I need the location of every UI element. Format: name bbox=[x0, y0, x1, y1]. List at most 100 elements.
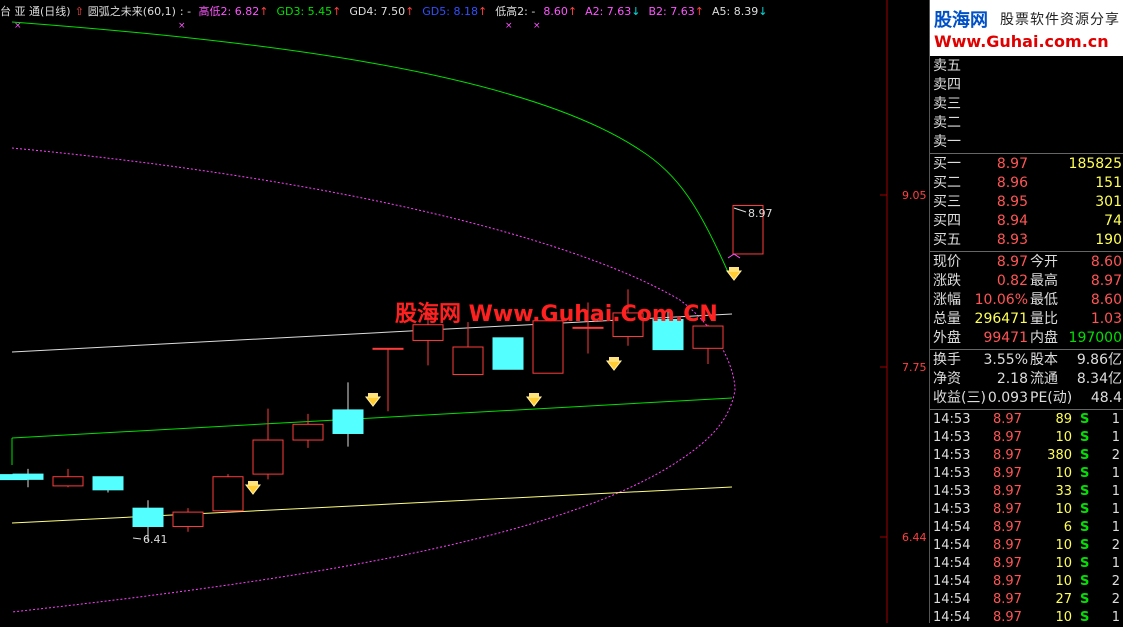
divider bbox=[930, 251, 1123, 252]
axis-label-mid: 7.75 bbox=[902, 361, 927, 374]
tick-row: 14:53 8.97 10 S 1 bbox=[930, 501, 1123, 519]
indicator-value-2: GD4: 7.50 bbox=[349, 5, 406, 18]
buy-volume: 185825 bbox=[1068, 156, 1122, 172]
stat-label: 量比 bbox=[1030, 311, 1058, 327]
logo-cn: 股海网 bbox=[934, 10, 988, 31]
gem-signal-icon bbox=[244, 484, 262, 495]
tick-row: 14:53 8.97 10 S 1 bbox=[930, 465, 1123, 483]
tick-row: 14:53 8.97 380 S 2 bbox=[930, 447, 1123, 465]
tick-price: 8.97 bbox=[993, 592, 1022, 607]
channel-lower-line bbox=[11, 486, 733, 524]
gem-signal-icon bbox=[725, 270, 743, 281]
buy-volume: 151 bbox=[1095, 175, 1122, 191]
kline-chart[interactable]: × × × × 台 亚 通(日线) ⇧ 圆弧之未来(60,1): - 高低2: 6.82↑… bbox=[0, 0, 928, 623]
gem-signal-icon bbox=[605, 360, 623, 371]
header-sep: : - bbox=[179, 5, 192, 18]
tick-price: 8.97 bbox=[993, 520, 1022, 535]
arc-dotted-line bbox=[11, 147, 736, 613]
buy-volume: 190 bbox=[1095, 232, 1122, 248]
tick-time: 14:53 bbox=[933, 412, 971, 427]
candle-body bbox=[532, 320, 564, 374]
up-arrow-icon: ↑ bbox=[405, 5, 415, 18]
tick-count: 2 bbox=[1111, 448, 1120, 463]
sell-label: 卖五 bbox=[933, 58, 961, 74]
candle-body bbox=[252, 439, 284, 475]
tick-count: 2 bbox=[1111, 574, 1120, 589]
tick-side: S bbox=[1080, 502, 1090, 517]
stat-label: 流通 bbox=[1030, 371, 1058, 387]
stat-label: 股本 bbox=[1030, 352, 1058, 368]
candle-body bbox=[52, 476, 84, 487]
tick-side: S bbox=[1080, 484, 1090, 499]
up-arrow-icon: ↑ bbox=[259, 5, 269, 18]
hat-marker bbox=[727, 253, 741, 259]
sell-row: 卖五 bbox=[930, 57, 1123, 76]
tick-side: S bbox=[1080, 610, 1090, 625]
tick-count: 2 bbox=[1111, 538, 1120, 553]
tick-time: 14:54 bbox=[933, 556, 971, 571]
stat-label: 涨跌 bbox=[933, 273, 961, 289]
sell-label: 卖三 bbox=[933, 96, 961, 112]
tick-row: 14:54 8.97 10 S 1 bbox=[930, 555, 1123, 573]
indicator-value-7: B2: 7.63 bbox=[648, 5, 695, 18]
stat-value: 9.86亿 bbox=[1076, 352, 1122, 368]
stat-value: 8.34亿 bbox=[1076, 371, 1122, 387]
tick-side: S bbox=[1080, 556, 1090, 571]
indicator-name[interactable]: 圆弧之未来(60,1) bbox=[88, 5, 176, 18]
stat-value: 8.60 bbox=[1090, 292, 1122, 308]
down-arrow-icon: ↓ bbox=[758, 5, 768, 18]
logo-slogan: 股票软件资源分享 bbox=[1000, 12, 1120, 28]
tick-volume: 33 bbox=[1055, 484, 1072, 499]
stat-label: 总量 bbox=[933, 311, 961, 327]
buy-label: 买二 bbox=[933, 175, 961, 191]
tick-count: 1 bbox=[1111, 520, 1120, 535]
sell-row: 卖二 bbox=[930, 114, 1123, 133]
gem-signal-icon bbox=[364, 396, 382, 407]
tick-count: 1 bbox=[1111, 502, 1120, 517]
tick-row: 14:54 8.97 6 S 1 bbox=[930, 519, 1123, 537]
tick-count: 2 bbox=[1111, 592, 1120, 607]
arc-top-line bbox=[11, 21, 729, 273]
stat-row: 涨幅 10.06% 最低 8.60 bbox=[930, 291, 1123, 310]
stat-label: 现价 bbox=[933, 254, 961, 270]
marker-x: × bbox=[505, 21, 513, 31]
marker-x: × bbox=[178, 21, 186, 31]
indicator-value-5: 8.60 bbox=[543, 5, 568, 18]
tick-time: 14:54 bbox=[933, 610, 971, 625]
tick-count: 1 bbox=[1111, 556, 1120, 571]
up-arrow-icon: ↑ bbox=[694, 5, 704, 18]
stock-title[interactable]: 台 亚 通(日线) bbox=[0, 5, 71, 18]
stat-value: 0.82 bbox=[996, 273, 1028, 289]
tick-row: 14:53 8.97 10 S 1 bbox=[930, 429, 1123, 447]
stat-label: 净资 bbox=[933, 371, 961, 387]
tick-count: 1 bbox=[1111, 484, 1120, 499]
tick-volume: 10 bbox=[1055, 538, 1072, 553]
stat-label: 最低 bbox=[1030, 292, 1058, 308]
tick-row: 14:54 8.97 10 S 2 bbox=[930, 573, 1123, 591]
divider bbox=[930, 349, 1123, 350]
stat-row: 现价 8.97 今开 8.60 bbox=[930, 253, 1123, 272]
tick-side: S bbox=[1080, 538, 1090, 553]
tick-volume: 6 bbox=[1063, 520, 1072, 535]
buy-price: 8.97 bbox=[996, 156, 1028, 172]
buy-volume: 301 bbox=[1095, 194, 1122, 210]
buy-row: 买四 8.94 74 bbox=[930, 212, 1123, 231]
tick-count: 1 bbox=[1111, 466, 1120, 481]
stat-value: 1.03 bbox=[1090, 311, 1122, 327]
stat-value: 2.18 bbox=[996, 371, 1028, 387]
tick-side: S bbox=[1080, 448, 1090, 463]
logo: 股海网 股票软件资源分享 Www.Guhai.com.cn bbox=[930, 0, 1123, 56]
stat-label: 最高 bbox=[1030, 273, 1058, 289]
sell-row: 卖四 bbox=[930, 76, 1123, 95]
tick-count: 1 bbox=[1111, 430, 1120, 445]
tick-time: 14:54 bbox=[933, 520, 971, 535]
stat-value: 296471 bbox=[974, 311, 1028, 327]
up-arrow-icon: ↑ bbox=[332, 5, 342, 18]
gem-top-icon bbox=[368, 393, 378, 397]
up-arrow-icon: ⇧ bbox=[74, 5, 84, 18]
candle-body bbox=[0, 474, 27, 481]
tick-price: 8.97 bbox=[993, 484, 1022, 499]
tick-volume: 10 bbox=[1055, 574, 1072, 589]
stat-value: 8.97 bbox=[1090, 273, 1122, 289]
stat-value: 8.60 bbox=[1090, 254, 1122, 270]
